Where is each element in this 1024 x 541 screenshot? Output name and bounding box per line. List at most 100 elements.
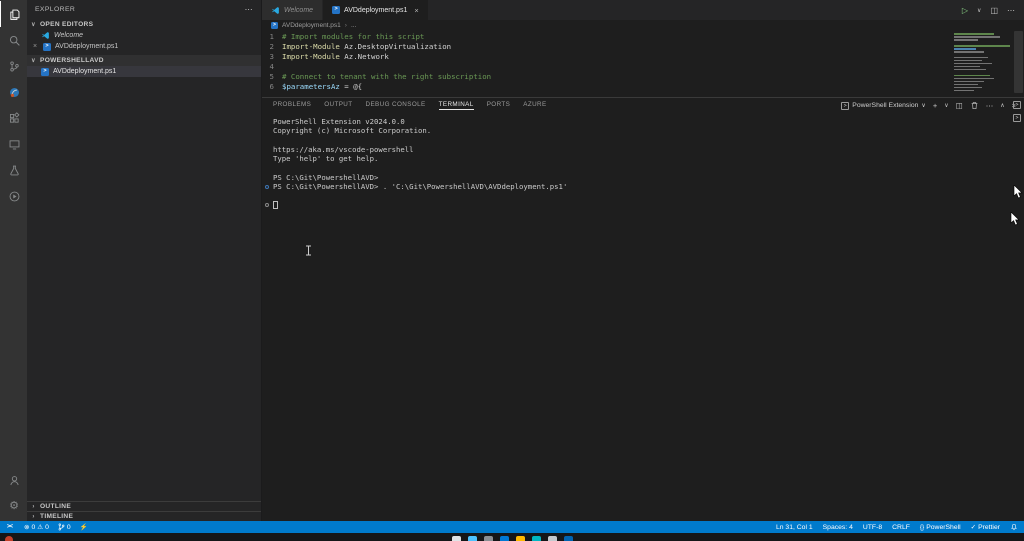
- eol-status[interactable]: CRLF: [892, 524, 910, 531]
- terminal-line: [273, 163, 1024, 172]
- tab-terminal[interactable]: TERMINAL: [439, 101, 474, 110]
- open-editor-label: Welcome: [54, 32, 83, 39]
- taskbar-app-icon[interactable]: [500, 536, 509, 541]
- line-number: 3: [262, 52, 282, 62]
- source-control-icon[interactable]: [0, 53, 27, 79]
- powershell-file-icon: >: [43, 43, 51, 51]
- folder-section-header[interactable]: ∨ POWERSHELLAVD: [27, 55, 261, 66]
- panel-tabs: PROBLEMS OUTPUT DEBUG CONSOLE TERMINAL P…: [273, 101, 547, 110]
- terminal-instance-icon[interactable]: >: [1013, 101, 1021, 109]
- settings-gear-icon[interactable]: ⚙: [0, 493, 27, 519]
- terminal-line: [273, 191, 1024, 200]
- close-icon[interactable]: ×: [414, 6, 418, 15]
- minimap[interactable]: [954, 33, 1011, 93]
- chevron-right-icon: ›: [30, 514, 37, 520]
- more-actions-icon[interactable]: ⋯: [1007, 6, 1015, 15]
- terminal-profile-selector[interactable]: > PowerShell Extension ∨: [841, 102, 926, 110]
- command-decoration-icon[interactable]: [265, 185, 269, 189]
- formatter-status[interactable]: ✓ Prettier: [971, 523, 1000, 531]
- breadcrumb[interactable]: > AVDdeployment.ps1 › ...: [262, 20, 1024, 31]
- line-number: 2: [262, 42, 282, 52]
- tab-welcome[interactable]: Welcome: [262, 0, 323, 20]
- terminal-output[interactable]: PowerShell Extension v2024.0.0 Copyright…: [262, 113, 1024, 521]
- branch-status[interactable]: 0: [58, 523, 71, 531]
- new-terminal-icon[interactable]: +: [933, 101, 937, 110]
- powershell-session-status[interactable]: ⚡: [80, 523, 88, 531]
- explorer-sidebar: EXPLORER ⋯ ∨ OPEN EDITORS Welcome × > AV…: [27, 0, 262, 521]
- close-icon[interactable]: ×: [31, 43, 39, 50]
- remote-indicator[interactable]: ><: [4, 524, 15, 530]
- testing-icon[interactable]: [0, 157, 27, 183]
- taskbar-app-icon[interactable]: [468, 536, 477, 541]
- split-terminal-icon[interactable]: ◫: [956, 101, 963, 110]
- taskbar-app-icon[interactable]: [548, 536, 557, 541]
- code-line: 4: [262, 62, 1024, 72]
- chevron-right-icon: ›: [345, 22, 347, 29]
- tab-problems[interactable]: PROBLEMS: [273, 101, 311, 110]
- tab-ports[interactable]: PORTS: [487, 101, 511, 110]
- outline-label: OUTLINE: [40, 503, 71, 510]
- tab-label: AVDdeployment.ps1: [344, 7, 407, 14]
- panel-actions: > PowerShell Extension ∨ + ∨ ◫ ⋯ ∧ ×: [841, 101, 1016, 110]
- terminal-line: [273, 136, 1024, 145]
- taskbar-tray-icon[interactable]: [5, 536, 13, 541]
- outline-section-header[interactable]: › OUTLINE: [27, 501, 261, 511]
- editor-scrollbar[interactable]: [1014, 31, 1023, 93]
- more-actions-icon[interactable]: ⋯: [245, 5, 253, 14]
- line-number: 1: [262, 32, 282, 42]
- run-script-icon[interactable]: ▷: [962, 6, 968, 15]
- taskbar-app-icon[interactable]: [452, 536, 461, 541]
- chevron-down-icon: ∨: [30, 57, 37, 64]
- cursor-position-status[interactable]: Ln 31, Col 1: [776, 524, 813, 531]
- indentation-status[interactable]: Spaces: 4: [823, 524, 853, 531]
- tab-avddeployment[interactable]: > AVDdeployment.ps1 ×: [323, 0, 429, 20]
- search-icon[interactable]: [0, 27, 27, 53]
- timeline-section-header[interactable]: › TIMELINE: [27, 511, 261, 521]
- remote-explorer-icon[interactable]: [0, 131, 27, 157]
- kill-terminal-icon[interactable]: [970, 101, 979, 110]
- tab-output[interactable]: OUTPUT: [324, 101, 352, 110]
- sidebar-title: EXPLORER: [35, 6, 75, 13]
- chevron-down-icon: ∨: [921, 102, 925, 109]
- prompt-decoration-icon[interactable]: [265, 203, 269, 207]
- run-debug-icon[interactable]: [0, 183, 27, 209]
- bottom-panel: PROBLEMS OUTPUT DEBUG CONSOLE TERMINAL P…: [262, 97, 1024, 521]
- tab-debug-console[interactable]: DEBUG CONSOLE: [366, 101, 426, 110]
- terminal-dropdown-icon[interactable]: ∨: [944, 102, 948, 109]
- taskbar-app-icon[interactable]: [564, 536, 573, 541]
- branch-icon: [58, 523, 65, 531]
- explorer-icon[interactable]: [0, 1, 27, 27]
- code-line: 1 # Import modules for this script: [262, 32, 1024, 42]
- taskbar-app-icon[interactable]: [532, 536, 541, 541]
- breadcrumb-more[interactable]: ...: [351, 22, 356, 29]
- encoding-status[interactable]: UTF-8: [863, 524, 882, 531]
- terminal-line: PowerShell Extension v2024.0.0: [273, 117, 1024, 126]
- problems-status[interactable]: ⊗ 0 ⚠ 0: [24, 523, 49, 531]
- breadcrumb-file[interactable]: AVDdeployment.ps1: [282, 22, 341, 29]
- open-editor-welcome[interactable]: Welcome: [27, 30, 261, 41]
- timeline-label: TIMELINE: [40, 513, 73, 520]
- language-mode-status[interactable]: {} PowerShell: [920, 524, 961, 531]
- code-editor[interactable]: 1 # Import modules for this script 2 Imp…: [262, 31, 1024, 97]
- run-dropdown-icon[interactable]: ∨: [977, 7, 981, 14]
- terminal-line: PS C:\Git\PowershellAVD>: [273, 173, 1024, 182]
- code-line: 6 $parametersAz = @{: [262, 82, 1024, 92]
- azure-icon[interactable]: [0, 79, 27, 105]
- file-avddeployment[interactable]: > AVDdeployment.ps1: [27, 66, 261, 77]
- taskbar-app-icon[interactable]: [484, 536, 493, 541]
- extensions-icon[interactable]: [0, 105, 27, 131]
- open-editors-section-header[interactable]: ∨ OPEN EDITORS: [27, 19, 261, 30]
- more-actions-icon[interactable]: ⋯: [986, 101, 994, 110]
- lightning-icon: ⚡: [80, 523, 88, 531]
- terminal-instance-icon[interactable]: >: [1013, 114, 1021, 122]
- account-icon[interactable]: [0, 467, 27, 493]
- vscode-window: ⚙ EXPLORER ⋯ ∨ OPEN EDITORS Welcome ×: [0, 0, 1024, 541]
- split-editor-icon[interactable]: ◫: [990, 6, 998, 15]
- open-editor-avddeployment[interactable]: × > AVDdeployment.ps1: [27, 41, 261, 52]
- tab-azure[interactable]: AZURE: [523, 101, 546, 110]
- taskbar-app-icon[interactable]: [516, 536, 525, 541]
- windows-taskbar[interactable]: [0, 533, 1024, 541]
- notifications-bell-icon[interactable]: [1010, 523, 1018, 531]
- maximize-panel-icon[interactable]: ∧: [1000, 102, 1004, 109]
- open-editors-label: OPEN EDITORS: [40, 21, 93, 28]
